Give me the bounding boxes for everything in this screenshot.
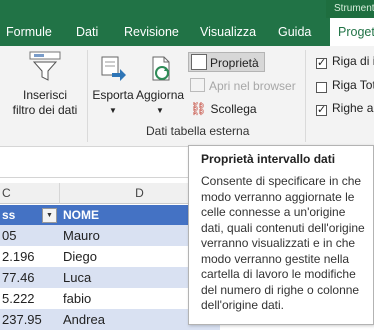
tab-dati[interactable]: Dati bbox=[76, 18, 98, 46]
group-label-external-data: Dati tabella esterna bbox=[146, 124, 250, 138]
cell-d[interactable]: Diego bbox=[63, 246, 97, 267]
properties-label: Proprietà bbox=[210, 56, 259, 70]
refresh-button[interactable]: Aggiorna ▼ bbox=[136, 54, 184, 118]
cell-d[interactable]: Luca bbox=[63, 267, 91, 288]
filter-dropdown-icon[interactable]: ▼ bbox=[42, 208, 57, 223]
table-row: 5.222 fabio bbox=[0, 288, 220, 309]
ribbon-tabs: Formule Dati Revisione Visualizza Guida … bbox=[0, 18, 374, 46]
slicer-icon bbox=[29, 51, 61, 81]
table-row: 77.46 Luca bbox=[0, 267, 220, 288]
column-header-c[interactable]: C bbox=[0, 183, 60, 204]
table-row: 05 Mauro bbox=[0, 225, 220, 246]
banded-rows-label: Righe al bbox=[332, 101, 374, 115]
cell-c[interactable]: 2.196 bbox=[2, 246, 35, 267]
table-row: 2.196 Diego bbox=[0, 246, 220, 267]
export-label: Esporta bbox=[92, 88, 134, 102]
separator bbox=[87, 50, 88, 142]
header-row-label: Riga di i bbox=[332, 54, 374, 68]
cell-c[interactable]: 77.46 bbox=[2, 267, 35, 288]
table-header-cell-c[interactable]: ss ▼ bbox=[0, 205, 60, 225]
properties-button[interactable]: Proprietà bbox=[188, 52, 265, 72]
ribbon-panel: Inserisci filtro dei dati Esporta ▼ Aggi… bbox=[0, 46, 374, 147]
table-header-label: ss bbox=[2, 208, 16, 222]
insert-slicer-button[interactable]: Inserisci filtro dei dati bbox=[8, 50, 82, 118]
header-row-checkbox[interactable] bbox=[316, 56, 327, 69]
refresh-label: Aggiorna bbox=[136, 88, 185, 102]
properties-icon bbox=[191, 54, 207, 70]
title-bar: Strumenti bbox=[0, 0, 374, 18]
separator bbox=[305, 50, 306, 142]
browser-icon bbox=[190, 78, 205, 92]
insert-slicer-label-1: Inserisci bbox=[22, 88, 67, 102]
cell-c[interactable]: 05 bbox=[2, 225, 16, 246]
open-in-browser-label: Apri nel browser bbox=[209, 79, 296, 93]
insert-slicer-label-2: filtro dei dati bbox=[12, 103, 78, 117]
export-dropdown-icon: ▼ bbox=[109, 106, 117, 115]
table-row: 237.95 Andrea bbox=[0, 309, 220, 330]
export-icon bbox=[101, 56, 126, 81]
tab-guida[interactable]: Guida bbox=[278, 18, 311, 46]
open-in-browser-button[interactable]: Apri nel browser bbox=[190, 76, 296, 96]
tooltip: Proprietà intervallo dati Consente di sp… bbox=[188, 145, 374, 325]
cell-d[interactable]: Andrea bbox=[63, 309, 105, 330]
refresh-icon bbox=[152, 56, 170, 81]
table-tools-label: Strumenti bbox=[326, 0, 374, 18]
total-row-checkbox[interactable] bbox=[316, 82, 327, 93]
tab-progettazione[interactable]: Progettazione bbox=[330, 18, 374, 46]
tab-visualizza[interactable]: Visualizza bbox=[200, 18, 256, 46]
unlink-icon: ⛓ bbox=[190, 101, 207, 116]
cell-c[interactable]: 5.222 bbox=[2, 288, 35, 309]
refresh-dropdown-icon: ▼ bbox=[156, 106, 164, 115]
tooltip-body: Consente di specificare in che modo verr… bbox=[201, 174, 365, 312]
tooltip-title: Proprietà intervallo dati bbox=[201, 152, 336, 166]
export-button[interactable]: Esporta ▼ bbox=[92, 54, 134, 118]
cell-d[interactable]: fabio bbox=[63, 288, 91, 309]
unlink-button[interactable]: ⛓ Scollega bbox=[190, 99, 257, 119]
cell-d[interactable]: Mauro bbox=[63, 225, 100, 246]
banded-rows-checkbox[interactable] bbox=[316, 103, 327, 116]
cell-c[interactable]: 237.95 bbox=[2, 309, 42, 330]
tab-formule[interactable]: Formule bbox=[6, 18, 52, 46]
unlink-label: Scollega bbox=[210, 102, 257, 116]
tab-revisione[interactable]: Revisione bbox=[124, 18, 179, 46]
total-row-label: Riga Tot bbox=[332, 78, 374, 92]
